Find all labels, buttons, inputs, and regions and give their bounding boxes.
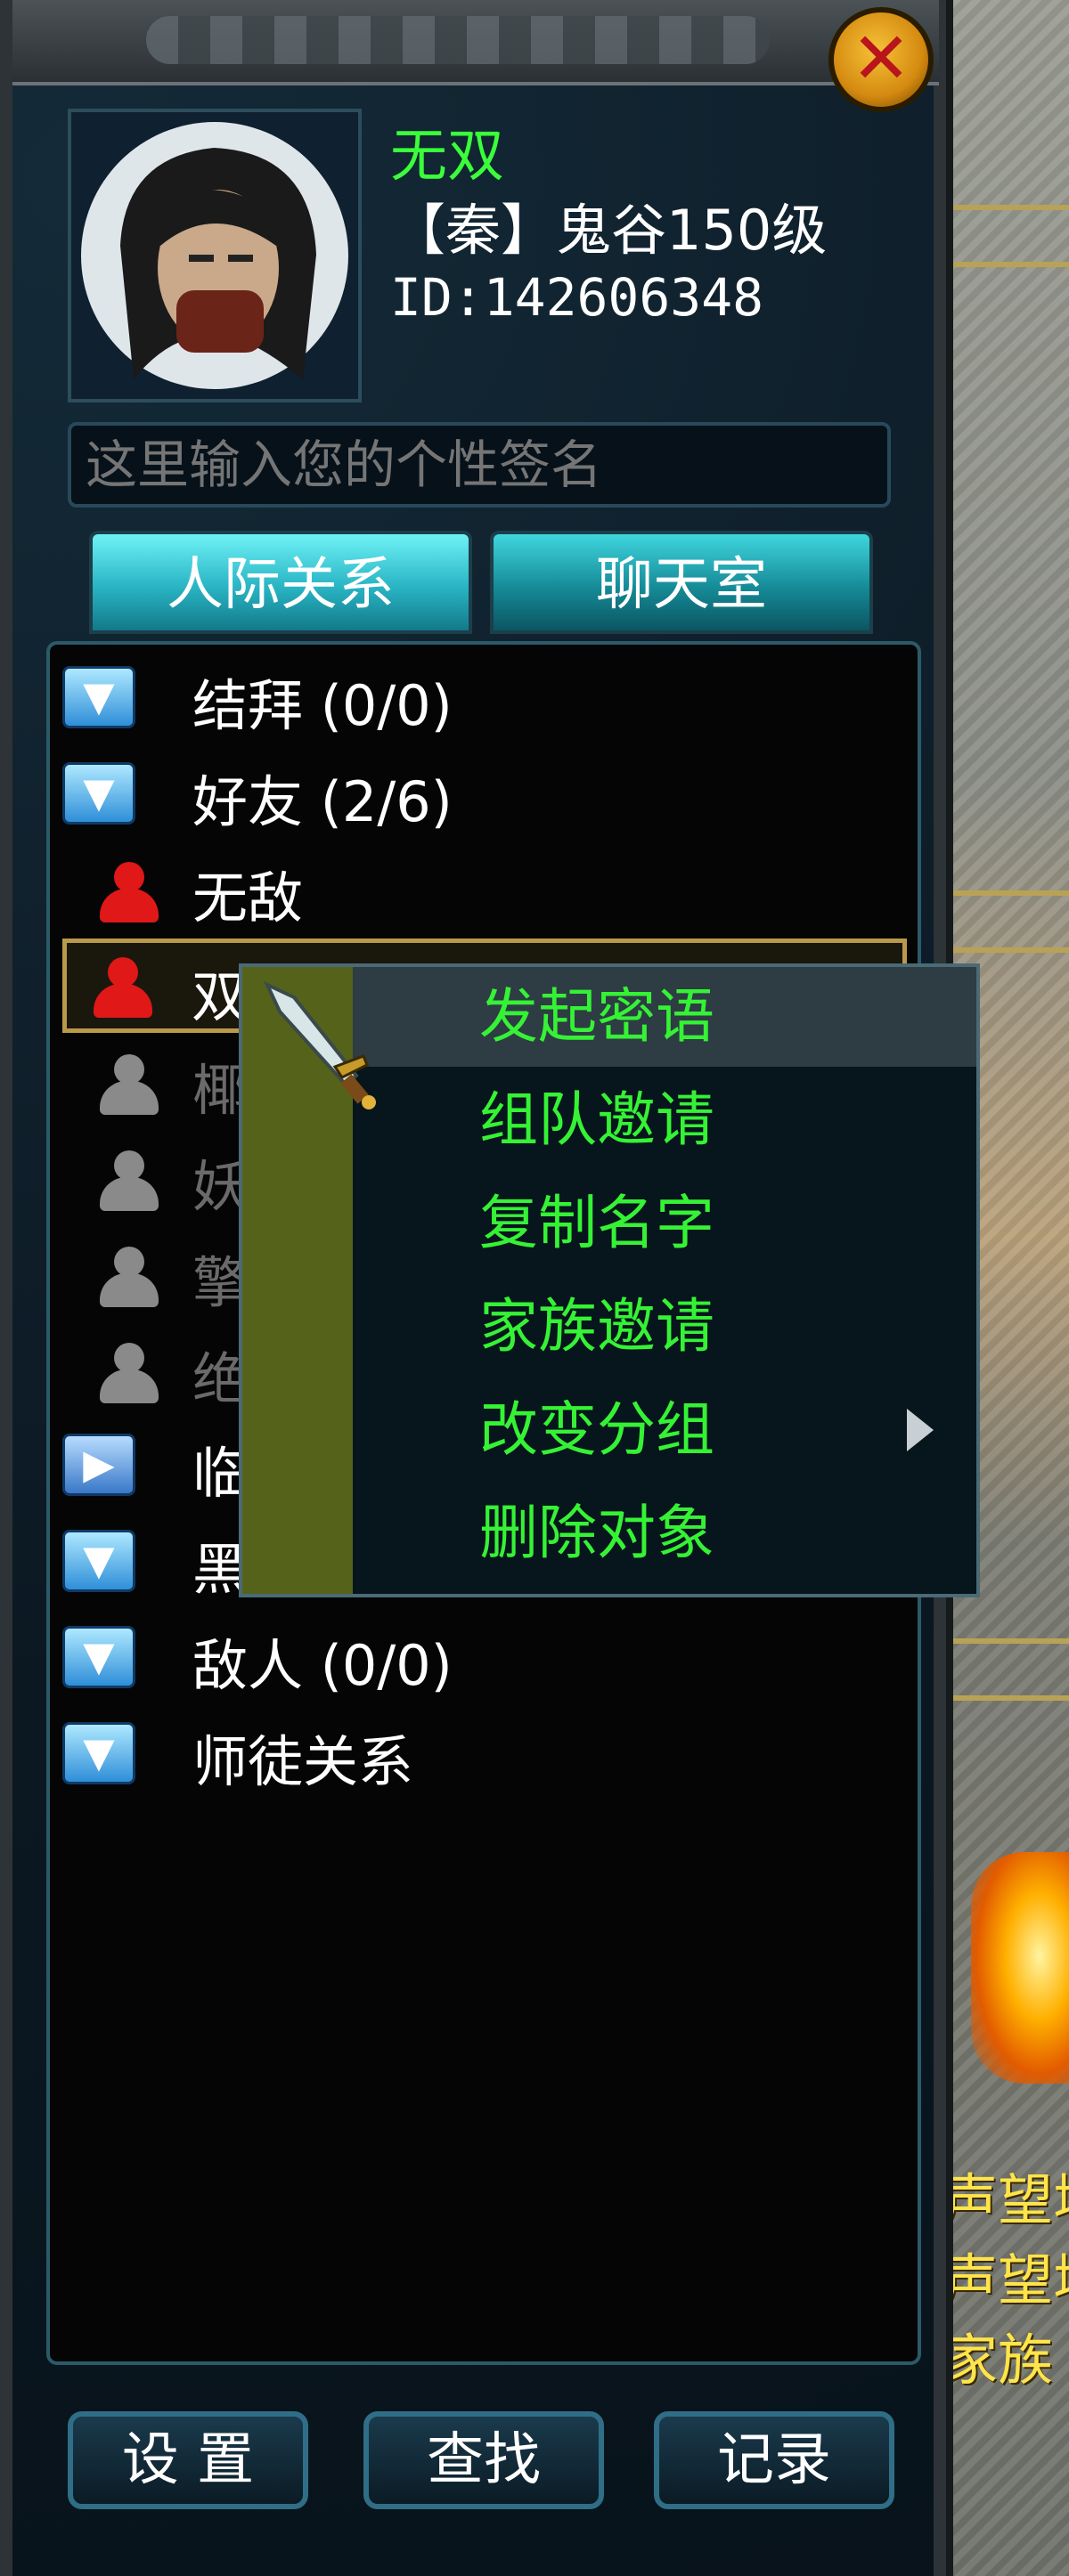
player-name: 无双 [390,124,504,190]
player-title: 【秦】鬼谷150级 [390,198,828,263]
search-button[interactable]: 查找 [363,2411,604,2509]
settings-button[interactable]: 设 置 [68,2411,308,2509]
group-row-friends[interactable]: ▼ 好友 (2/6) [50,750,918,834]
tab-chatroom[interactable]: 聊天室 [490,531,873,634]
close-x-icon: ✕ [851,17,911,100]
group-label: 好友 (2/6) [192,769,453,834]
scene-message: 家族 [943,2328,1054,2393]
menu-item-change-group[interactable]: 改变分组 [353,1380,976,1480]
fire-effect [971,1852,1069,2084]
user-offline-icon [96,1343,162,1405]
user-offline-icon [96,1150,162,1213]
sword-cursor-icon [263,980,376,1109]
submenu-arrow-icon [907,1409,934,1451]
portrait-image [81,122,348,389]
chevron-down-icon[interactable]: ▼ [62,1530,135,1592]
title-bar[interactable] [12,0,939,85]
chevron-down-icon[interactable]: ▼ [62,1626,135,1688]
menu-item-delete[interactable]: 删除对象 [353,1483,976,1583]
chevron-down-icon[interactable]: ▼ [62,762,135,825]
group-row-master-apprentice[interactable]: ▼ 师徒关系 [50,1710,918,1794]
user-online-icon [96,862,162,924]
friend-name: 无敌 [192,865,304,930]
user-offline-icon [96,1054,162,1117]
title-bar-ornament [146,16,770,64]
chevron-down-icon[interactable]: ▼ [62,1722,135,1784]
menu-item-team-invite[interactable]: 组队邀请 [353,1070,976,1170]
avatar [68,109,362,402]
menu-item-whisper[interactable]: 发起密语 [353,967,976,1067]
group-label: 师徒关系 [192,1729,414,1794]
signature-input[interactable] [68,422,891,508]
group-label: 敌人 (0/0) [192,1633,453,1698]
menu-item-copy-name[interactable]: 复制名字 [353,1174,976,1273]
chevron-down-icon[interactable]: ▼ [62,666,135,728]
user-online-icon [90,957,156,1020]
tab-relations[interactable]: 人际关系 [89,531,472,634]
user-offline-icon [96,1247,162,1309]
menu-item-family-invite[interactable]: 家族邀请 [353,1277,976,1377]
player-id: ID:142606348 [390,267,764,328]
scene-message: 声望增 [943,2167,1069,2232]
records-button[interactable]: 记录 [654,2411,894,2509]
chevron-right-icon[interactable]: ▶ [62,1434,135,1496]
group-row-enemies[interactable]: ▼ 敌人 (0/0) [50,1613,918,1698]
group-row-sworn[interactable]: ▼ 结拜 (0/0) [50,654,918,738]
scene-message: 声望增 [943,2247,1069,2312]
group-label: 结拜 (0/0) [192,673,453,738]
close-button[interactable]: ✕ [828,7,934,112]
friend-row[interactable]: 无敌 [50,846,918,930]
